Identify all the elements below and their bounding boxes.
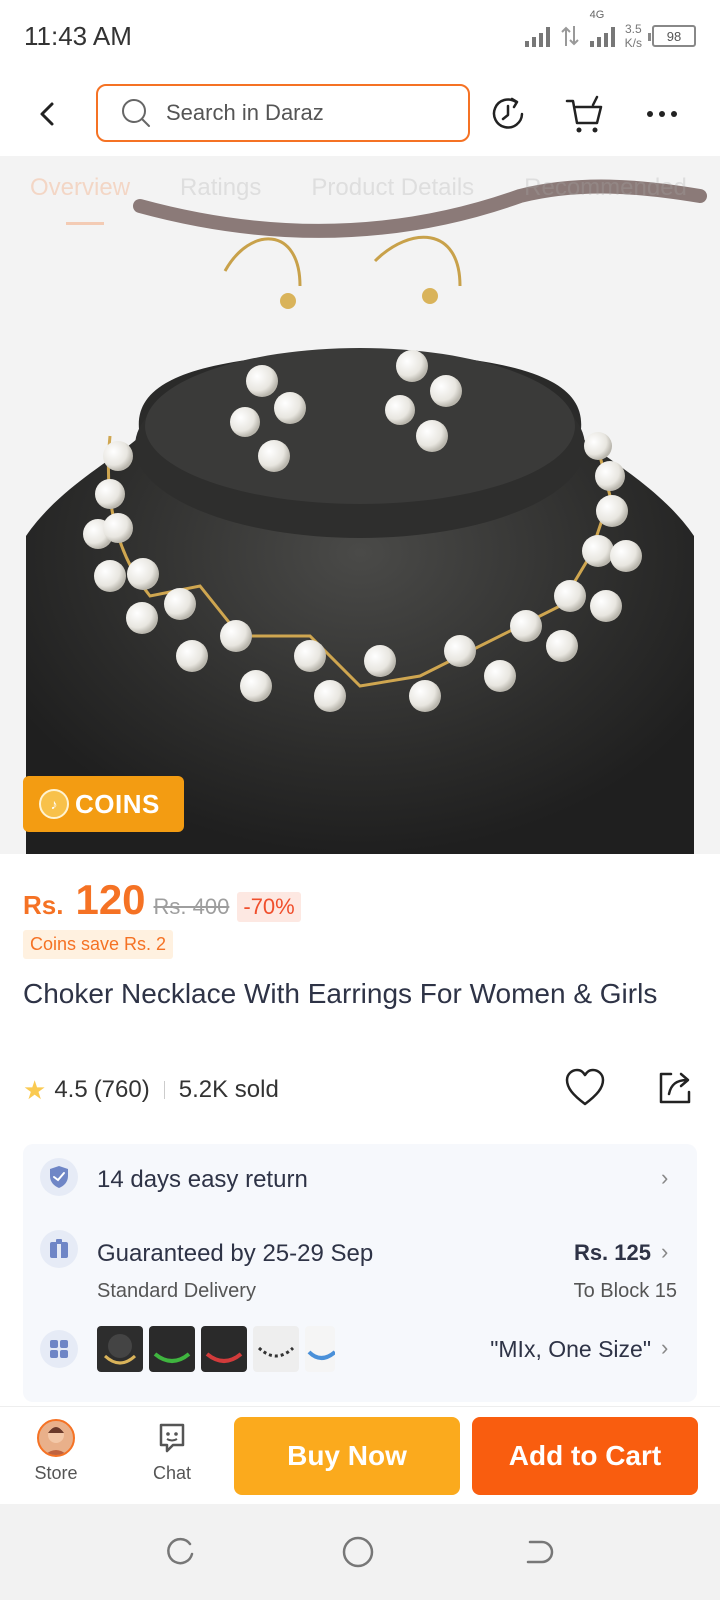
return-policy-row[interactable]: 14 days easy return › <box>23 1144 697 1208</box>
product-title: Choker Necklace With Earrings For Women … <box>23 978 658 1009</box>
price-row: Rs. 120 Rs. 400 -70% <box>23 876 301 924</box>
price-currency: Rs. <box>23 890 64 920</box>
status-bar: 11:43 AM 4G 3.5 K/s 98 <box>0 0 720 72</box>
price-original: Rs. 400 <box>153 894 230 919</box>
battery-level: 98 <box>666 28 682 44</box>
info-card: 14 days easy return › Guaranteed by 25-2… <box>23 1144 697 1402</box>
tab-ratings[interactable]: Ratings <box>180 174 261 202</box>
variant-thumbnail[interactable] <box>201 1326 247 1372</box>
status-time: 11:43 AM <box>24 20 132 51</box>
add-to-cart-button[interactable]: Add to Cart <box>472 1417 698 1495</box>
store-label: Store <box>34 1463 78 1483</box>
return-policy-text: 14 days easy return <box>97 1166 308 1193</box>
variants-grid-icon <box>40 1330 78 1368</box>
bottom-action-bar: Store Chat Buy Now Add to Cart <box>0 1406 720 1504</box>
chevron-right-icon: › <box>661 1239 669 1264</box>
network-speed: 3.5 K/s <box>625 22 642 50</box>
recent-apps-icon[interactable] <box>162 1534 198 1570</box>
system-navigation-bar <box>0 1504 720 1600</box>
delivery-row[interactable]: Guaranteed by 25-29 Sep Standard Deliver… <box>23 1208 697 1308</box>
data-transfer-icon <box>560 26 579 46</box>
star-icon: ★ <box>23 1074 47 1105</box>
share-icon[interactable] <box>653 1066 697 1110</box>
section-tabs: Overview Ratings Product Details Recomme… <box>30 174 687 225</box>
back-arrow-icon[interactable] <box>30 96 66 132</box>
buy-now-button[interactable]: Buy Now <box>234 1417 460 1495</box>
tab-product-details[interactable]: Product Details <box>311 174 474 202</box>
variant-thumbnails <box>97 1326 335 1372</box>
product-image[interactable]: Overview Ratings Product Details Recomme… <box>0 156 720 854</box>
header <box>0 78 720 150</box>
chevron-right-icon: › <box>661 1335 669 1360</box>
chevron-right-icon: › <box>661 1165 669 1190</box>
rating-value[interactable]: 4.5 <box>54 1076 87 1104</box>
coins-badge-label: COINS <box>75 788 160 819</box>
coins-save-tag: Coins save Rs. 2 <box>23 930 174 959</box>
status-indicators: 4G 3.5 K/s 98 <box>524 9 696 50</box>
variant-thumbnail[interactable] <box>149 1326 195 1372</box>
variant-thumbnail[interactable] <box>305 1326 335 1372</box>
chat-icon <box>159 1423 185 1453</box>
back-nav-icon[interactable] <box>520 1534 556 1570</box>
coins-badge: ♪ COINS <box>23 776 184 832</box>
home-icon[interactable] <box>340 1534 376 1570</box>
rating-row: ★ 4.5 (760) 5.2K sold <box>23 1068 697 1110</box>
coin-icon: ♪ <box>39 789 69 819</box>
signal-icon <box>524 25 550 47</box>
delivery-price: Rs. 125 <box>573 1240 651 1265</box>
variant-thumbnail[interactable] <box>253 1326 299 1372</box>
search-icon <box>122 99 150 127</box>
tab-overview[interactable]: Overview <box>30 174 130 225</box>
variant-thumbnail[interactable] <box>97 1326 143 1372</box>
delivery-guarantee: Guaranteed by 25-29 Sep <box>97 1240 374 1267</box>
search-input[interactable] <box>166 100 456 126</box>
search-box[interactable] <box>96 84 470 142</box>
delivery-box-icon <box>40 1230 78 1268</box>
chat-button[interactable]: Chat <box>132 1419 212 1484</box>
wishlist-heart-icon[interactable] <box>563 1066 607 1110</box>
selected-variant: "MIx, One Size" <box>490 1336 651 1362</box>
price-current: 120 <box>75 876 146 923</box>
cart-icon[interactable] <box>562 92 606 136</box>
delivery-location: To Block 15 <box>573 1280 677 1302</box>
network-type: 4G <box>589 9 605 21</box>
more-icon[interactable] <box>640 92 684 136</box>
store-avatar <box>37 1419 75 1457</box>
rating-count[interactable]: (760) <box>94 1076 150 1104</box>
mobile-signal-icon <box>589 25 615 47</box>
delivery-type: Standard Delivery <box>97 1280 256 1302</box>
chat-label: Chat <box>152 1463 192 1483</box>
variant-row[interactable]: "MIx, One Size" › <box>23 1316 697 1386</box>
history-icon[interactable] <box>486 92 530 136</box>
store-button[interactable]: Store <box>16 1419 96 1484</box>
product-photo <box>0 156 720 854</box>
divider <box>163 1081 165 1099</box>
shield-check-icon <box>40 1158 78 1196</box>
discount-badge: -70% <box>237 892 301 922</box>
battery-icon: 98 <box>648 25 696 47</box>
sold-count: 5.2K sold <box>178 1076 279 1103</box>
tab-recommended[interactable]: Recommended <box>524 174 687 202</box>
speed-unit: K/s <box>624 36 642 50</box>
speed-value: 3.5 <box>624 22 642 36</box>
